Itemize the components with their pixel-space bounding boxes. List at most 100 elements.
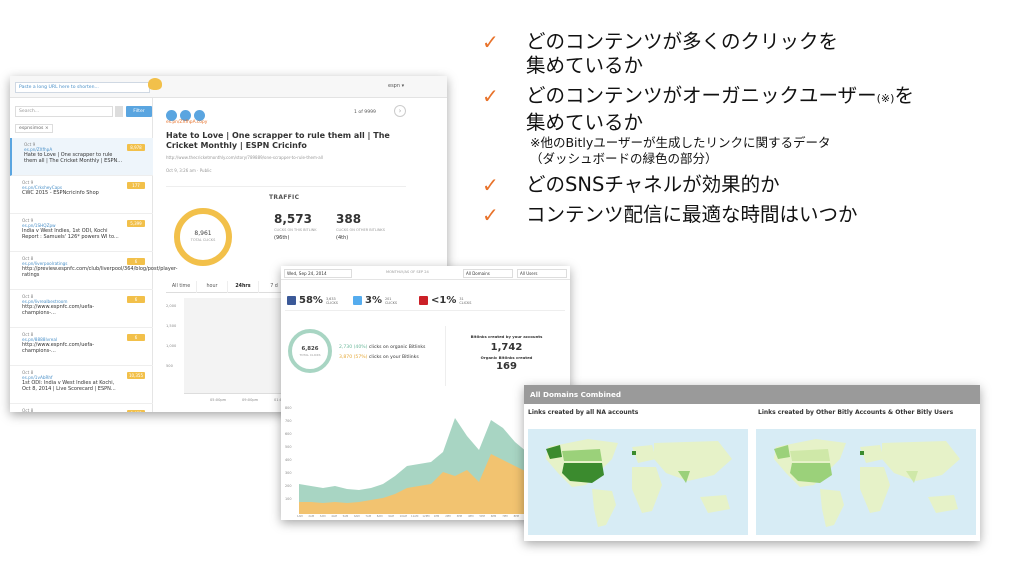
clicks-other-bitlinks: 388 — [336, 212, 362, 226]
check-icon: ✓ — [482, 173, 499, 197]
account-menu[interactable]: espn ▾ — [388, 83, 404, 89]
africa-shape — [860, 467, 890, 513]
item-title: CWC 2015 - ESPNcricinfo Shop — [22, 190, 99, 196]
search-input[interactable]: Search... — [15, 106, 113, 117]
x-tick-label: 12PM — [422, 515, 430, 518]
search-icon[interactable] — [115, 106, 123, 117]
x-tick-label: 2PM — [445, 515, 451, 518]
facebook-stat: 58% 3,633 CLICKS — [287, 290, 338, 309]
bullet-text-continuation: 集めているか — [526, 54, 644, 77]
traffic-heading: TRAFFIC — [269, 194, 300, 201]
uk-shape — [632, 451, 636, 455]
south-america-shape — [820, 489, 844, 527]
y-tick-label: 700 — [285, 419, 292, 423]
bullet-sns: ✓ どのSNSチャネルが効果的か — [482, 173, 1022, 197]
time-range-tab[interactable]: 24hrs — [228, 281, 259, 293]
bitly-puffer-fish-icon — [148, 78, 162, 90]
item-title: http://preview.espnfc.com/club/liverpool… — [22, 266, 178, 278]
x-tick-label: 09:00pm — [242, 398, 259, 402]
section-header: All Domains Combined — [524, 385, 980, 404]
x-tick-label: 05:00pm — [210, 398, 227, 402]
link-list-item[interactable]: Oct 8 es.pn/8888lvreal http://www.espnfc.c… — [10, 328, 153, 366]
organic-bitlinks-label: Organic Bitlinks created — [480, 355, 533, 360]
y-tick-label: 2,000 — [166, 304, 177, 308]
x-tick-label: 9AM — [388, 515, 394, 518]
item-click-badge: 8,978 — [127, 144, 145, 151]
canada-shape — [790, 449, 830, 461]
y-tick-label: 800 — [285, 406, 292, 410]
next-arrow-icon[interactable]: › — [394, 105, 406, 117]
y-tick-label: 500 — [166, 364, 173, 368]
top-bar: Paste a long URL here to shorten... espn… — [10, 76, 447, 98]
clicks-other-bitlinks-rank: (4th) — [336, 235, 349, 241]
link-title: Hate to Love | One scrapper to rule them… — [166, 131, 390, 150]
canada-shape — [562, 449, 602, 461]
your-bitlinks-value: 1,742 — [490, 342, 523, 353]
uk-shape — [860, 451, 864, 455]
y-tick-label: 300 — [285, 471, 292, 475]
x-tick-label: 3PM — [456, 515, 463, 518]
your-bitlinks-label: Bitlinks created by your accounts — [470, 334, 543, 339]
user-select[interactable]: All Users — [517, 269, 567, 278]
check-icon: ✓ — [482, 84, 499, 108]
x-tick-label: 7AM — [365, 515, 372, 518]
pinterest-icon — [419, 296, 428, 305]
left-map-title: Links created by all NA accounts — [528, 409, 639, 416]
link-list-panel: Search... Filter espnsimos × Oct 9 es.pn/… — [10, 98, 178, 412]
bullet-text-end: を — [894, 84, 914, 107]
link-list-item[interactable]: Oct 8 es.pn/liverpoolratings http://previe… — [10, 252, 178, 290]
organic-bitlinks-value: 169 — [496, 361, 517, 372]
total-clicks-value: 8,961 — [194, 230, 212, 237]
link-list-item[interactable]: Oct 9 es.pn/ZXfhpA Hate to Love | One scra… — [10, 138, 153, 176]
australia-shape — [700, 495, 730, 513]
clicks-this-bitlink-label: CLICKS ON THIS BITLINK — [274, 228, 317, 232]
item-title: Hate to Love | One scrapper to rule them… — [24, 152, 123, 164]
time-range-tab[interactable]: All time — [166, 281, 197, 293]
y-tick-label: 500 — [285, 445, 292, 449]
x-tick-label: 5PM — [479, 515, 485, 518]
item-click-badge: 6 — [127, 258, 145, 265]
date-picker[interactable]: Wed, Sep 24, 2014 — [284, 269, 352, 278]
range-label: MONTHLY/AS OF SEP 24 — [386, 270, 429, 274]
clicks-other-bitlinks-label: CLICKS ON OTHER BITLINKS — [336, 228, 385, 232]
bullet-organic: ✓ どのコンテンツがオーガニックユーザー(※)を — [482, 84, 1022, 111]
link-list-item[interactable]: Oct 8es.pn/1nnyRveJon Hotten: The psycho… — [10, 404, 153, 412]
x-tick-label: 10AM — [399, 515, 407, 518]
right-map-title: Links created by Other Bitly Accounts & … — [758, 409, 954, 416]
x-tick-label: 4PM — [468, 515, 474, 518]
x-tick-label: 3AM — [319, 515, 326, 518]
facebook-icon — [287, 296, 296, 305]
total-clicks-value: 6,826 — [301, 346, 319, 352]
short-link[interactable]: es.pn/ZXfhpA.copy — [166, 120, 207, 125]
shorten-url-input[interactable]: Paste a long URL here to shorten... — [15, 82, 150, 93]
organic-clicks: 2,730 (40%) clicks on organic Bitlinks — [339, 345, 426, 350]
total-clicks-label: TOTAL CLICKS — [190, 238, 216, 242]
feature-bullet-list: ✓ どのコンテンツが多くのクリックを 集めているか ✓ どのコンテンツがオーガニ… — [482, 30, 1022, 227]
asia-shape — [882, 441, 960, 481]
link-list-item[interactable]: Oct 8 es.pn/livrealbestroom http://www.esp… — [10, 290, 153, 328]
asia-shape — [654, 441, 732, 481]
filter-button[interactable]: Filter — [126, 106, 152, 117]
link-list-item[interactable]: Oct 9 es.pn/1SHQZpw India v West Indies, 1… — [10, 214, 153, 252]
bullet-text-continuation: 集めているか — [526, 111, 644, 134]
bullet-text: どのコンテンツがオーガニックユーザー — [526, 84, 877, 107]
link-list-item[interactable]: Oct 8 es.pn/1vAbRhf 1st ODI: India v West … — [10, 366, 153, 404]
clicks-this-bitlink-rank: (96th) — [274, 235, 290, 241]
pagination: 1 of 9999 — [354, 110, 376, 115]
check-icon: ✓ — [482, 30, 499, 54]
long-url[interactable]: http://www.thecricketmonthly.com/story/7… — [166, 155, 323, 160]
time-range-tab[interactable]: hour — [197, 281, 228, 293]
item-click-badge: 177 — [127, 182, 145, 189]
filter-tag[interactable]: espnsimos × — [15, 124, 53, 133]
x-tick-label: 5AM — [342, 515, 349, 518]
pinterest-count: 31 CLICKS — [459, 296, 472, 305]
y-tick-label: 600 — [285, 432, 292, 436]
link-list-item[interactable]: Oct 9 es.pn/CrksheyCaps CWC 2015 - ESPNcri… — [10, 176, 153, 214]
x-tick-label: 6AM — [354, 515, 360, 518]
item-click-badge: 10,355 — [127, 372, 145, 379]
na-accounts-world-map — [528, 429, 748, 535]
pinterest-percent: <1% — [431, 295, 457, 306]
bullet-text: どのコンテンツが多くのクリックを — [526, 30, 839, 53]
domain-select[interactable]: All Domains — [463, 269, 513, 278]
twitter-count: 201 CLICKS — [384, 296, 397, 305]
